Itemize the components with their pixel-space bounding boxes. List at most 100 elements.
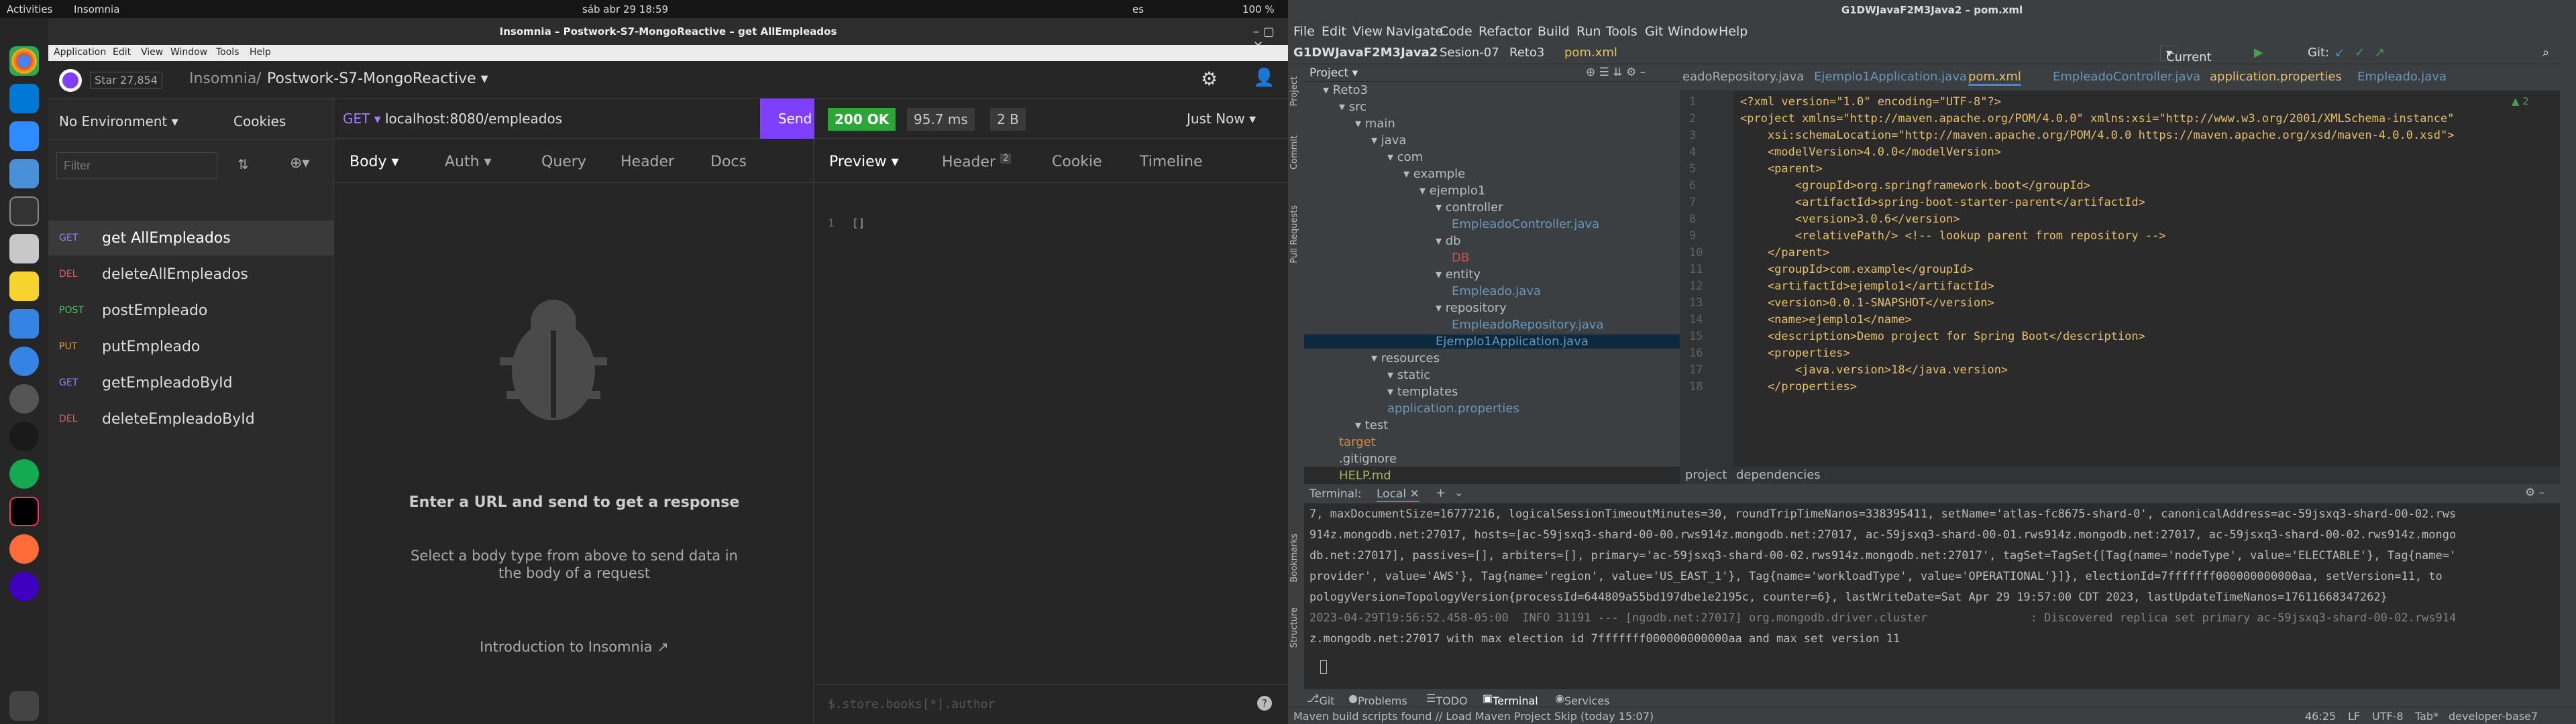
tree-node[interactable]: ▾ src	[1339, 100, 1366, 114]
pull-requests-tool-button[interactable]: Pull Requests	[1289, 205, 1299, 263]
add-request-icon[interactable]: ⊕▾	[290, 155, 309, 172]
status-message[interactable]: Maven build scripts found // Load Maven …	[1293, 710, 1654, 723]
tree-node[interactable]: ▾ controller	[1436, 200, 1503, 215]
insomnia-logo-icon[interactable]	[59, 69, 82, 92]
menu-window[interactable]: Window	[170, 47, 207, 58]
tab-body[interactable]: Body ▾	[350, 154, 399, 170]
keyboard-layout[interactable]: es	[1132, 3, 1144, 15]
nav-file[interactable]: pom.xml	[1564, 46, 1617, 60]
nav-reto[interactable]: Reto3	[1509, 46, 1544, 60]
git-tool-button[interactable]: ⎇ Git	[1307, 692, 1335, 707]
todo-tool-button[interactable]: ☰ TODO	[1426, 692, 1468, 707]
cookies-button[interactable]: Cookies	[233, 113, 286, 129]
commit-tool-button[interactable]: Commit	[1289, 135, 1299, 170]
terminal-tool-button[interactable]: ▣ Terminal	[1483, 692, 1538, 707]
battery-status[interactable]: 100 %	[1242, 3, 1275, 15]
tree-node[interactable]: ▾ db	[1436, 234, 1461, 248]
tree-node[interactable]: ▾ test	[1355, 418, 1388, 432]
rhythmbox-icon[interactable]	[9, 272, 39, 301]
request-item[interactable]: DEL deleteEmpleadoById	[48, 402, 334, 436]
nav-sesion[interactable]: Sesion-07	[1440, 46, 1499, 60]
terminal-icon[interactable]	[9, 196, 39, 226]
git-commit-icon[interactable]: ✓	[2355, 46, 2365, 60]
tree-node[interactable]: ▾ com	[1387, 150, 1423, 164]
tree-node[interactable]: ▾ example	[1403, 167, 1465, 181]
git-update-icon[interactable]: ↙	[2334, 46, 2345, 60]
url-input[interactable]: localhost:8080/empleados	[385, 111, 562, 127]
request-item[interactable]: GET getEmpleadoById	[48, 365, 334, 400]
tree-node[interactable]: target	[1339, 435, 1376, 449]
git-branch[interactable]: developer-base7	[2449, 710, 2538, 723]
terminal-settings-icon[interactable]: ⚙ –	[2525, 486, 2544, 499]
breadcrumb-item[interactable]: project	[1685, 468, 1727, 482]
tree-node[interactable]: ▾ templates	[1387, 385, 1458, 399]
show-apps-icon[interactable]	[9, 691, 39, 721]
menu-git[interactable]: Git	[1645, 24, 1663, 39]
active-app-menu[interactable]: Insomnia	[74, 3, 119, 15]
menu-edit[interactable]: Edit	[113, 47, 131, 58]
services-tool-button[interactable]: ◉ Services	[1555, 692, 1609, 707]
help-icon[interactable]: ?	[1257, 696, 1272, 711]
menu-view[interactable]: View	[141, 47, 163, 58]
tree-node[interactable]: ▾ main	[1355, 117, 1395, 131]
tree-node[interactable]: EmpleadoRepository.java	[1452, 318, 1603, 332]
caret-position[interactable]: 46:25	[2305, 710, 2336, 723]
response-filter-input[interactable]: $.store.books[*].author	[828, 697, 995, 711]
bookmarks-tool-button[interactable]: Bookmarks	[1289, 534, 1299, 583]
tab-response-header[interactable]: Header 2	[942, 154, 1012, 170]
breadcrumb-root[interactable]: Insomnia	[189, 70, 256, 87]
structure-tool-button[interactable]: Structure	[1289, 607, 1299, 648]
environment-dropdown[interactable]: No Environment ▾	[59, 113, 178, 129]
problems-tool-button[interactable]: ● Problems	[1348, 692, 1407, 707]
request-item[interactable]: POST postEmpleado	[48, 293, 334, 328]
tab-cookie[interactable]: Cookie	[1052, 154, 1102, 170]
tree-node[interactable]: ▾ repository	[1436, 301, 1507, 315]
tab-timeline[interactable]: Timeline	[1140, 154, 1203, 170]
request-item[interactable]: GET get AllEmpleados	[48, 221, 334, 255]
menu-navigate[interactable]: Navigate	[1386, 24, 1443, 39]
menu-help[interactable]: Help	[1719, 24, 1748, 39]
menu-tools[interactable]: Tools	[1606, 24, 1638, 39]
tree-node[interactable]: ▾ static	[1387, 368, 1430, 382]
git-push-icon[interactable]: ↗	[2375, 46, 2385, 60]
tree-node[interactable]: ▾ entity	[1436, 267, 1481, 282]
account-icon[interactable]: 👤	[1253, 68, 1275, 88]
menu-help[interactable]: Help	[250, 47, 271, 58]
run-config-dropdown[interactable]: Current File ▾	[2160, 46, 2212, 78]
nav-project[interactable]: G1DWJavaF2M3Java2	[1293, 46, 1438, 60]
tree-node[interactable]: ▾ ejemplo1	[1419, 184, 1485, 198]
tab-query[interactable]: Query	[541, 154, 586, 170]
search-icon[interactable]: ⌕	[2542, 46, 2549, 60]
tab-auth[interactable]: Auth ▾	[445, 154, 492, 170]
tree-node[interactable]: EmpleadoController.java	[1452, 217, 1599, 231]
terminal-options-icon[interactable]: ⌄	[1454, 486, 1463, 499]
help-icon[interactable]	[9, 347, 39, 376]
inspection-badge[interactable]: ▲ 2	[2512, 95, 2529, 107]
editor-tab[interactable]: EmpleadoController.java	[2053, 70, 2200, 84]
editor-tab[interactable]: application.properties	[2210, 70, 2342, 84]
menu-view[interactable]: View	[1352, 24, 1383, 39]
menu-tools[interactable]: Tools	[216, 47, 239, 58]
tree-node[interactable]: application.properties	[1387, 402, 1519, 416]
sort-icon[interactable]: ⇅	[237, 156, 249, 172]
line-separator[interactable]: LF	[2348, 710, 2360, 723]
zoom-icon[interactable]	[9, 121, 39, 151]
breadcrumb-item[interactable]: dependencies	[1736, 468, 1821, 482]
tab-preview[interactable]: Preview ▾	[829, 154, 899, 170]
tree-node[interactable]: ▾ java	[1371, 133, 1406, 147]
history-dropdown[interactable]: Just Now ▾	[1187, 111, 1256, 127]
clock[interactable]: sáb abr 29 18:59	[582, 3, 668, 15]
editor-tab[interactable]: Ejemplo1Application.java	[1814, 70, 1967, 84]
project-dropdown[interactable]: Postwork-S7-MongoReactive ▾	[267, 70, 488, 87]
postman-icon[interactable]	[9, 534, 39, 564]
menu-run[interactable]: Run	[1576, 24, 1601, 39]
tab-header[interactable]: Header	[621, 154, 674, 170]
method-dropdown[interactable]: GET ▾	[343, 111, 381, 127]
menu-application[interactable]: Application	[54, 47, 106, 58]
request-item[interactable]: PUT putEmpleado	[48, 329, 334, 364]
insomnia-icon[interactable]	[9, 572, 39, 601]
editor-tab[interactable]: Empleado.java	[2357, 70, 2447, 84]
tree-node[interactable]: Empleado.java	[1452, 284, 1541, 298]
new-terminal-icon[interactable]: +	[1436, 486, 1446, 500]
files-icon[interactable]	[9, 234, 39, 263]
